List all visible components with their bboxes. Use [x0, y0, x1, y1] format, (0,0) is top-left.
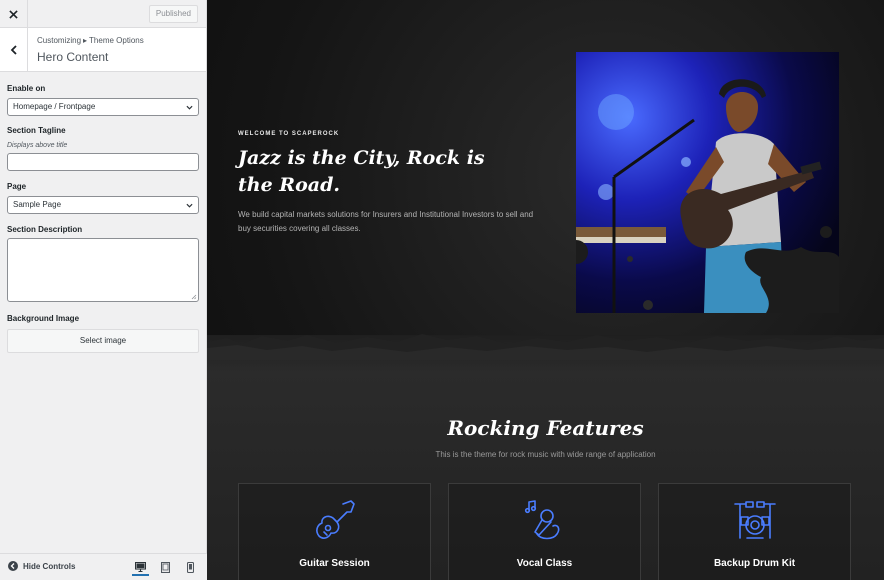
features-title: Rocking Features	[447, 416, 644, 440]
breadcrumb-separator: ▸	[83, 36, 88, 45]
hero-image	[576, 52, 839, 313]
panel-title: Hero Content	[37, 50, 109, 64]
hero-tagline: WELCOME TO SCAPEROCK	[238, 131, 340, 137]
chevron-down-icon	[186, 203, 193, 208]
select-image-button[interactable]: Select image	[7, 329, 199, 353]
features-subtitle: This is the theme for rock music with wi…	[435, 450, 656, 459]
site-preview: WELCOME TO SCAPEROCK Jazz is the City, R…	[207, 0, 884, 580]
hide-controls-button[interactable]: Hide Controls	[8, 561, 75, 571]
enable-on-label: Enable on	[7, 84, 46, 93]
collapse-icon	[8, 561, 18, 571]
page-select[interactable]: Sample Page	[7, 196, 199, 214]
panel-header: Customizing ▸ Theme Options Hero Content	[0, 28, 206, 72]
hide-controls-label: Hide Controls	[23, 561, 76, 571]
enable-on-select[interactable]: Homepage / Frontpage	[7, 98, 199, 116]
mobile-preview-button[interactable]	[182, 559, 199, 576]
mobile-icon	[187, 562, 194, 573]
customizer-sidebar: Published Customizing ▸ Theme Options Hero…	[0, 0, 207, 580]
feature-label: Vocal Class	[516, 558, 573, 569]
desktop-preview-button[interactable]	[132, 559, 149, 576]
hero-description: We build capital markets solutions for I…	[238, 210, 534, 233]
feature-label: Backup Drum Kit	[713, 558, 796, 569]
close-icon	[9, 9, 18, 19]
background-image-label: Background Image	[7, 314, 80, 323]
feature-card-vocal: Vocal Class	[448, 483, 641, 580]
device-switcher	[132, 559, 199, 576]
chevron-down-icon	[186, 105, 193, 110]
feature-card-guitar: Guitar Session	[238, 483, 431, 580]
desktop-icon	[135, 561, 146, 572]
enable-on-value: Homepage / Frontpage	[13, 102, 96, 111]
drum-kit-icon	[733, 501, 776, 539]
customizer-footer: Hide Controls	[0, 553, 207, 580]
chevron-left-icon	[10, 44, 17, 55]
feature-card-drums: Backup Drum Kit	[658, 483, 851, 580]
microphone-icon	[524, 500, 559, 540]
feature-label: Guitar Session	[299, 558, 370, 569]
page-value: Sample Page	[13, 200, 62, 209]
section-description-label: Section Description	[7, 225, 83, 234]
section-tagline-input[interactable]	[7, 153, 199, 171]
resize-grip-icon[interactable]	[191, 294, 197, 300]
customizer-header: Published	[0, 0, 206, 28]
page-label: Page	[7, 182, 27, 191]
tablet-icon	[161, 562, 170, 573]
section-tagline-description: Displays above title	[7, 142, 68, 149]
tablet-preview-button[interactable]	[157, 559, 174, 576]
section-tagline-label: Section Tagline	[7, 126, 66, 135]
section-description-textarea[interactable]	[7, 238, 199, 302]
publish-status-button[interactable]: Published	[148, 5, 198, 23]
grunge-divider	[207, 334, 884, 360]
back-button[interactable]	[0, 28, 28, 71]
close-button[interactable]	[0, 0, 28, 28]
hero-title: Jazz is the City, Rock is the Road.	[238, 147, 485, 196]
guitarist-photo	[576, 52, 839, 313]
guitar-icon	[315, 500, 355, 539]
breadcrumb-root: Customizing	[37, 36, 82, 45]
breadcrumb: Customizing ▸ Theme Options	[37, 36, 144, 45]
breadcrumb-section: Theme Options	[89, 36, 144, 45]
